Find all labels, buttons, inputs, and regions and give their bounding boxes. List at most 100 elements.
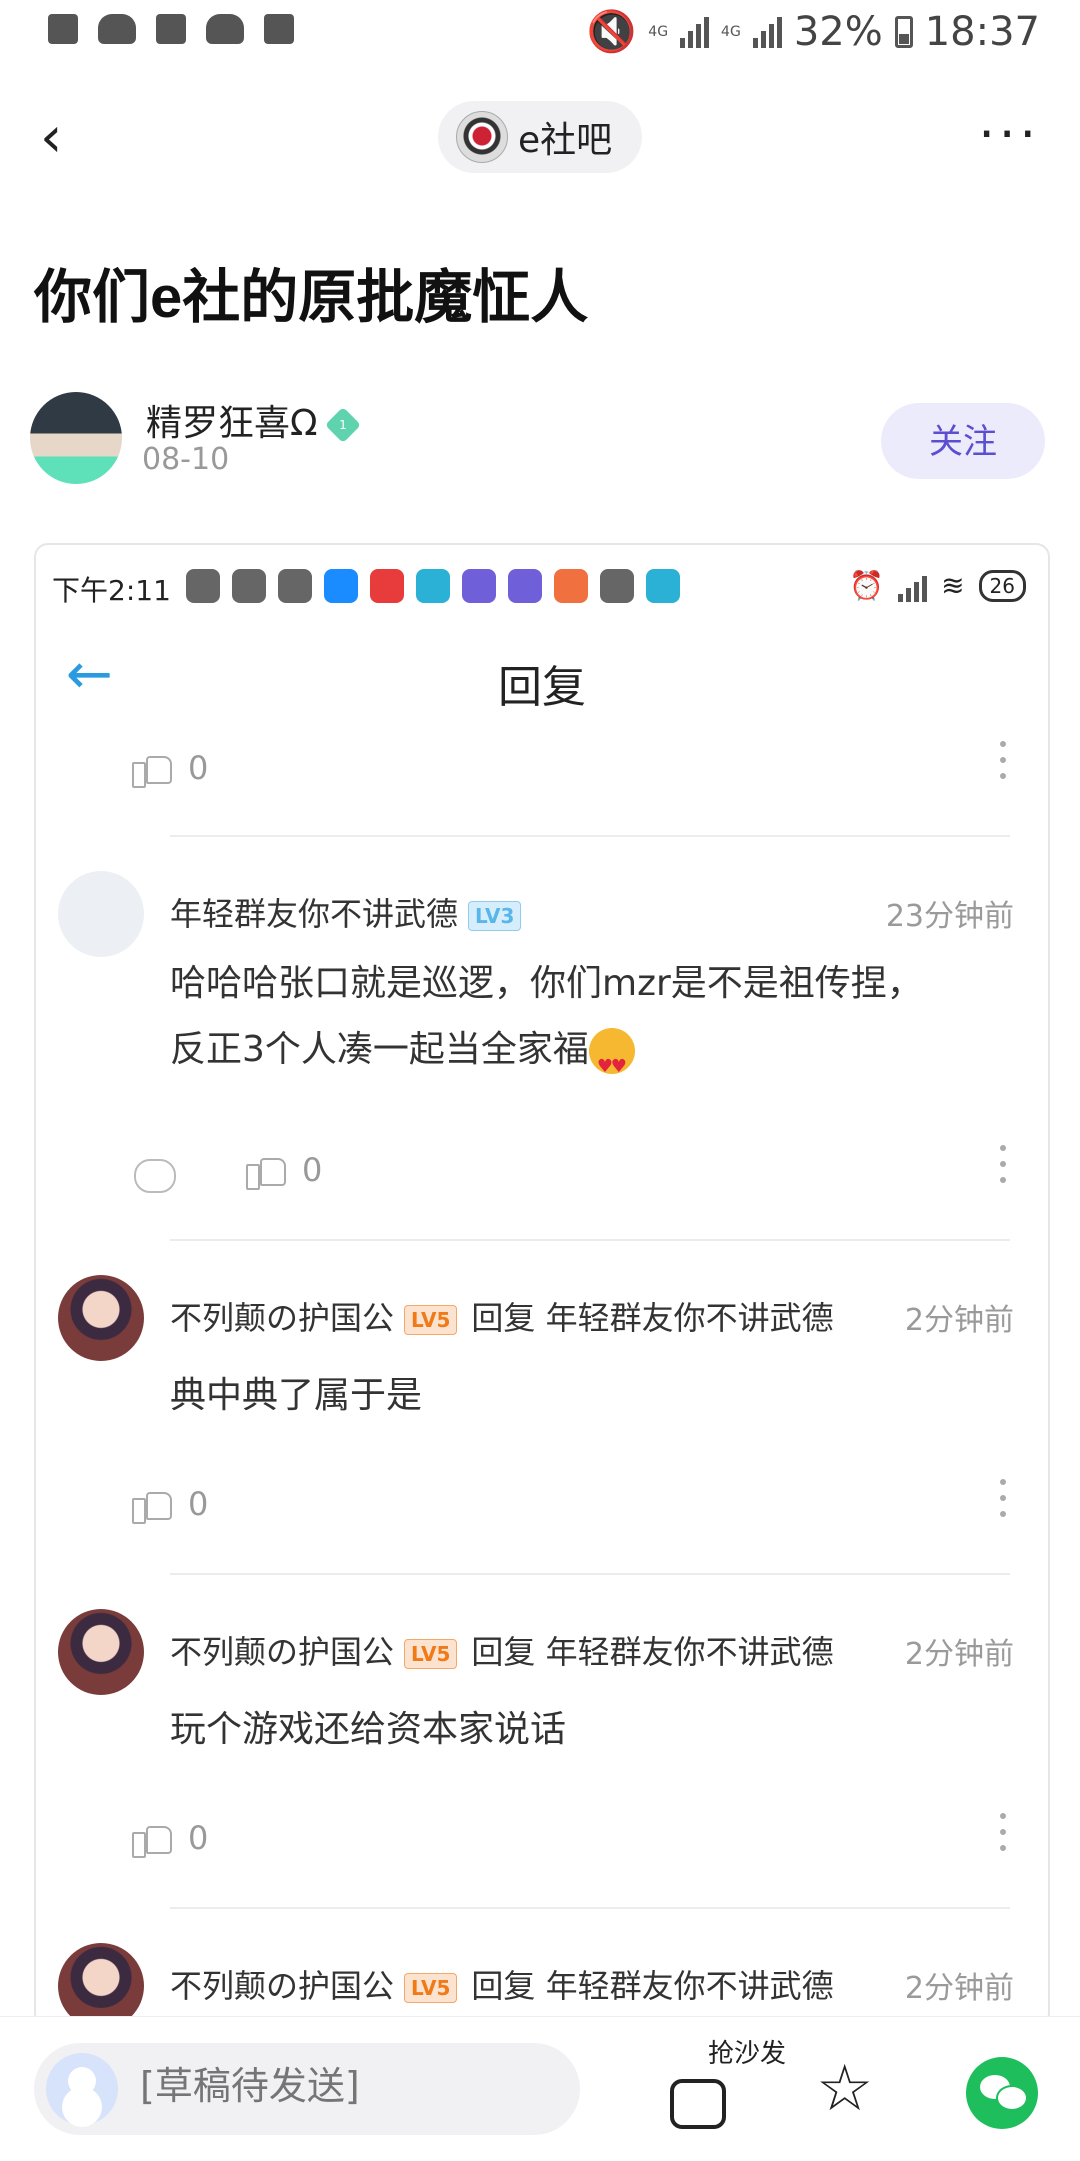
comment-bubble-icon <box>134 1159 176 1193</box>
touch-icon <box>600 569 634 603</box>
app-bar: ‹ e社吧 ··· <box>0 68 1080 208</box>
network-4g-icon: 4G <box>721 23 741 40</box>
like-button: 0 <box>246 1151 323 1190</box>
like-button: 0 <box>132 1819 209 1858</box>
clock: 18:37 <box>924 8 1040 55</box>
post-image[interactable]: 下午2:11 ⏰ ≋ 26 ← 回复 0 年轻群友你不讲武德 LV3 23分钟前… <box>34 543 1050 2027</box>
wechat-share-icon[interactable] <box>966 2057 1038 2129</box>
comment-avatar <box>58 1943 144 2025</box>
gem-badge-icon: 1 <box>324 406 361 444</box>
follow-button[interactable]: 关注 <box>881 403 1045 479</box>
mute-icon: 🔇 <box>586 9 637 55</box>
thumbs-up-icon <box>132 750 172 788</box>
reply-input-box[interactable] <box>34 2043 580 2135</box>
divider <box>170 1907 1010 1909</box>
divider <box>170 1239 1010 1241</box>
comment-avatar <box>58 871 144 957</box>
star-icon[interactable]: ☆ <box>816 2057 873 2121</box>
comment-time: 2分钟前 <box>904 1303 1014 1338</box>
chevron-left-icon[interactable]: ‹ <box>40 108 100 168</box>
zhihu-icon <box>324 569 358 603</box>
level-badge: LV3 <box>468 901 522 931</box>
like-count: 0 <box>302 1151 323 1189</box>
comment-user: 不列颠の护国公 LV5 回复 年轻群友你不讲武德 <box>170 1633 834 1671</box>
comment-avatar <box>58 1609 144 1695</box>
like-count: 0 <box>188 1819 209 1857</box>
author-name-text: 精罗狂喜Ω <box>146 403 318 444</box>
wifi-icon <box>264 14 294 44</box>
alarm-off-icon: ⏰ <box>849 569 885 602</box>
system-status: 🔇 4G 4G 32% 18:37 <box>586 8 1040 56</box>
image-notification-icons <box>186 569 680 603</box>
level-badge: LV5 <box>404 1305 458 1335</box>
sofa-icon <box>670 2079 726 2129</box>
image-header-title: 回复 <box>498 662 586 713</box>
level-badge: LV5 <box>404 1973 458 2003</box>
like-count: 0 <box>188 749 209 787</box>
divider <box>170 1573 1010 1575</box>
image-header: ← 回复 <box>36 625 1048 725</box>
more-vertical-icon <box>1000 1813 1008 1857</box>
tieba-icon <box>508 569 542 603</box>
android-icon <box>278 569 312 603</box>
notes-icon <box>48 14 78 44</box>
comment-avatar <box>58 1275 144 1361</box>
level-badge: LV5 <box>404 1639 458 1669</box>
comment-text: 玩个游戏还给资本家说话 <box>170 1709 567 1750</box>
thumbs-up-icon <box>132 1486 172 1524</box>
sofa-button[interactable]: 抢沙发 <box>664 2033 786 2143</box>
signal-icon <box>752 16 782 48</box>
app-icon <box>646 569 680 603</box>
comment-user: 不列颠の护国公 LV5 回复 年轻群友你不讲武德 <box>170 1299 834 1337</box>
status-bar: 🔇 4G 4G 32% 18:37 <box>0 0 1080 68</box>
more-horizontal-icon[interactable]: ··· <box>978 109 1040 161</box>
avatar[interactable] <box>30 392 122 484</box>
comment-time: 2分钟前 <box>904 1637 1014 1672</box>
like-button: 0 <box>132 749 209 788</box>
battery-percent: 32% <box>793 8 883 55</box>
forum-logo <box>456 111 508 163</box>
image-system-status: ⏰ ≋ 26 <box>849 569 1026 602</box>
forum-button[interactable]: e社吧 <box>438 101 642 173</box>
divider <box>170 835 1010 837</box>
browser-icon <box>416 569 450 603</box>
tieba-icon <box>462 569 496 603</box>
more-vertical-icon <box>1000 1145 1008 1189</box>
message-icon <box>186 569 220 603</box>
comment-user: 年轻群友你不讲武德 LV3 <box>170 889 522 935</box>
gallery-icon <box>156 14 186 44</box>
image-status-bar: 下午2:11 ⏰ ≋ 26 <box>52 565 1042 615</box>
heart-eyes-emoji-icon <box>588 1028 635 1100</box>
forum-name: e社吧 <box>518 120 613 161</box>
comment-text: 哈哈哈张口就是巡逻，你们mzr是不是祖传捏， 反正3个人凑一起当全家福 <box>170 951 1010 1100</box>
thumbs-up-icon <box>132 1820 172 1858</box>
author-name[interactable]: 精罗狂喜Ω 1 <box>146 394 361 446</box>
youku-icon <box>370 569 404 603</box>
trash-icon <box>232 569 266 603</box>
like-button: 0 <box>132 1485 209 1524</box>
app-icon <box>554 569 588 603</box>
post-title: 你们e社的原批魔怔人 <box>34 265 589 330</box>
bottom-bar: 抢沙发 ☆ <box>0 2016 1080 2161</box>
comment-time: 2分钟前 <box>904 1971 1014 2006</box>
image-clock: 下午2:11 <box>52 574 171 607</box>
image-battery: 26 <box>978 569 1026 602</box>
comment-time: 23分钟前 <box>885 899 1014 934</box>
more-vertical-icon <box>1000 1479 1008 1523</box>
user-avatar-icon <box>46 2053 118 2125</box>
signal-icon <box>680 16 710 48</box>
sofa-label: 抢沙发 <box>708 2039 787 2069</box>
comment-user: 不列颠の护国公 LV5 回复 年轻群友你不讲武德 <box>170 1967 834 2005</box>
weather-icon <box>206 14 244 44</box>
like-count: 0 <box>188 1485 209 1523</box>
reply-input[interactable] <box>138 2063 562 2109</box>
notification-icons <box>48 14 294 44</box>
signal-icon <box>898 570 928 602</box>
more-vertical-icon <box>1000 741 1008 785</box>
network-4g-icon: 4G <box>648 23 669 40</box>
battery-icon <box>894 15 913 48</box>
comment-text: 典中典了属于是 <box>170 1375 423 1416</box>
weather-icon <box>98 14 136 44</box>
wifi-icon: ≋ <box>941 569 965 602</box>
post-date: 08-10 <box>142 442 230 477</box>
